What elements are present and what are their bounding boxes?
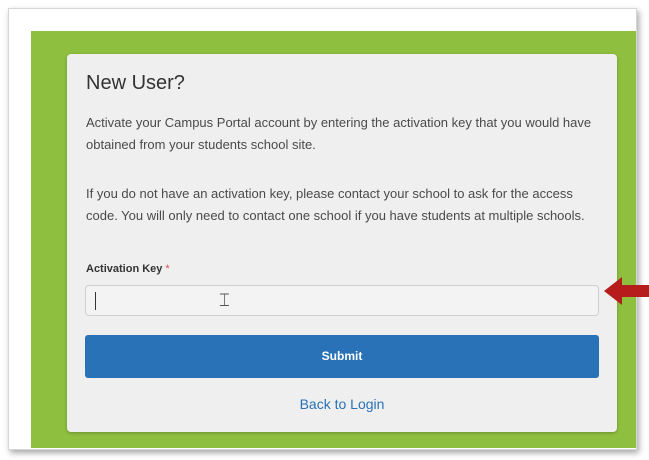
- new-user-card: New User? Activate your Campus Portal ac…: [67, 54, 617, 432]
- contact-instructions: If you do not have an activation key, pl…: [86, 186, 585, 223]
- submit-button[interactable]: Submit: [85, 335, 599, 378]
- left-arrow-icon: [604, 277, 649, 305]
- activation-key-input[interactable]: ⌶: [85, 285, 599, 316]
- activation-instructions: Activate your Campus Portal account by e…: [86, 115, 592, 152]
- screenshot-frame: New User? Activate your Campus Portal ac…: [8, 8, 637, 450]
- activation-key-label-text: Activation Key: [86, 263, 163, 275]
- card-title: New User?: [86, 72, 185, 94]
- required-marker: *: [165, 263, 170, 275]
- back-to-login-link[interactable]: Back to Login: [67, 396, 617, 412]
- text-caret: [95, 292, 96, 310]
- i-beam-cursor-icon: ⌶: [219, 290, 230, 311]
- activation-key-label: Activation Key *: [86, 263, 170, 275]
